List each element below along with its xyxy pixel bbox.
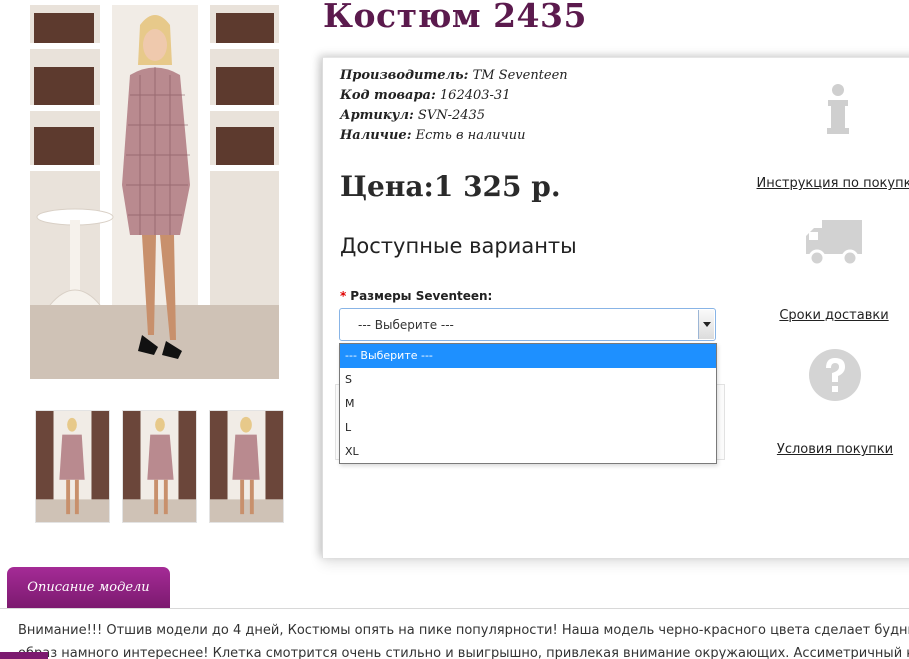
tab-description[interactable]: Описание модели [7,567,170,608]
thumbnail-image [123,411,196,522]
thumbnail-3[interactable] [209,410,284,523]
meta-manufacturer: Производитель: TM Seventeen [340,68,568,83]
product-title: Костюм 2435 [323,0,587,35]
question-icon [809,349,861,401]
thumbnail-image [36,411,109,522]
conditions-link[interactable]: Условия покупки [777,442,893,457]
size-select[interactable]: --- Выберите --- [339,308,716,341]
chevron-down-icon[interactable] [698,310,714,339]
meta-availability: Наличие: Есть в наличии [340,128,526,143]
thumbnail-image [210,411,283,522]
description-line-1: Внимание!!! Отшив модели до 4 дней, Кост… [18,623,909,638]
instructions-block: Инструкция по покупке [753,84,909,191]
size-select-value: --- Выберите --- [358,318,454,332]
size-option-l[interactable]: L [340,416,716,440]
delivery-link[interactable]: Сроки доставки [779,308,888,323]
tab-divider [0,608,909,609]
product-price: Цена:1 325 р. [340,170,561,203]
thumbnail-2[interactable] [122,410,197,523]
main-product-photo[interactable] [30,5,279,379]
product-description: Внимание!!! Отшив модели до 4 дней, Кост… [18,619,909,659]
meta-article: Артикул: SVN-2435 [340,108,486,123]
delivery-block: Сроки доставки [749,218,909,323]
meta-product-code: Код товара: 162403-31 [340,88,511,103]
size-option-default[interactable]: --- Выберите --- [340,344,716,368]
size-dropdown-list[interactable]: --- Выберите --- S M L XL [339,343,717,464]
size-option-m[interactable]: M [340,392,716,416]
info-icon [827,84,849,134]
model-photo-image [30,5,279,379]
required-mark: * [340,289,347,303]
thumbnail-1[interactable] [35,410,110,523]
variants-heading: Доступные варианты [340,234,577,258]
product-meta: Производитель: TM Seventeen Код товара: … [340,66,568,146]
description-line-2: образ намного интереснее! Клетка смотрит… [18,646,909,659]
size-option-xl[interactable]: XL [340,440,716,464]
product-info-panel: Производитель: TM Seventeen Код товара: … [322,57,909,558]
size-option-s[interactable]: S [340,368,716,392]
conditions-block: Условия покупки [750,348,909,457]
truck-icon [806,220,862,267]
product-page: Костюм 2435 Производитель: TM Seventeen … [0,0,909,659]
decorative-strip [0,652,48,659]
instructions-link[interactable]: Инструкция по покупке [757,176,909,191]
size-label: * Размеры Seventeen: [340,289,493,303]
